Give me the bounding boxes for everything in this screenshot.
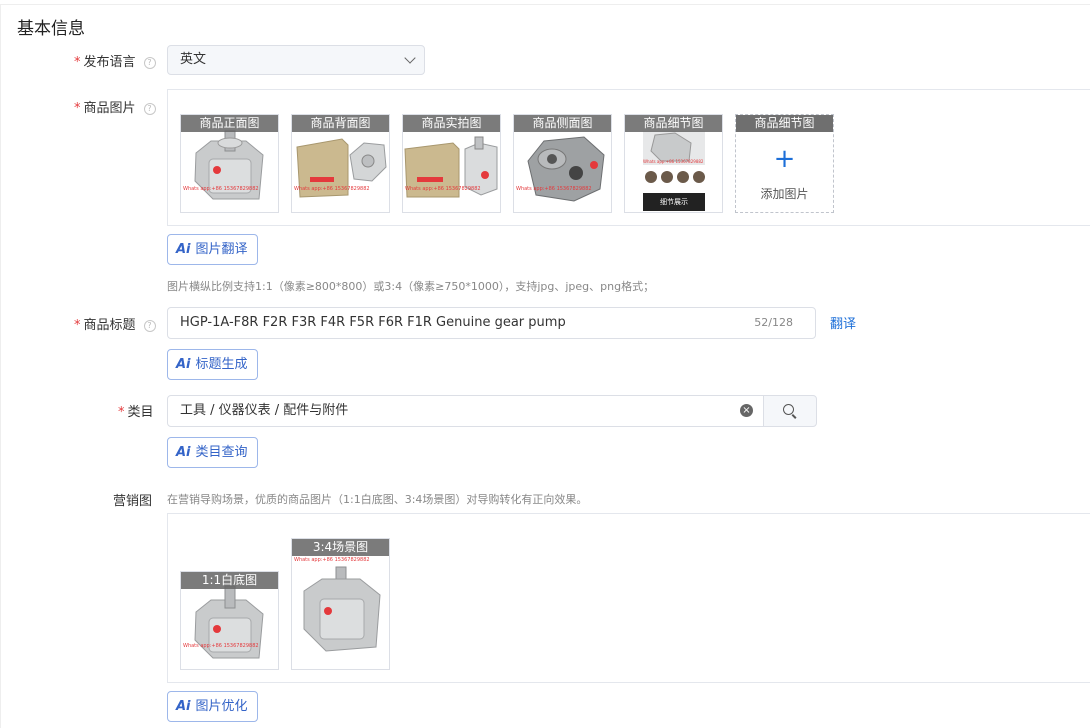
image-optimize-button[interactable]: Ai 图片优化 — [167, 691, 258, 722]
image-watermark: Whats app:+86 15367829882 — [643, 159, 704, 164]
title-value: HGP-1A-F8R F2R F3R F4R F5R F6R F1R Genui… — [180, 315, 566, 330]
required-mark: * — [74, 101, 81, 116]
category-query-button[interactable]: Ai 类目查询 — [167, 437, 258, 468]
button-label: 图片优化 — [195, 699, 248, 714]
marketing-image-square[interactable]: 1:1白底图 Whats app:+86 15367829882 — [180, 571, 279, 670]
add-image-slot[interactable]: 商品细节图 + 添加图片 — [735, 114, 834, 213]
product-image-front[interactable]: 商品正面图 Whats app:+86 15367829882 — [180, 114, 279, 213]
help-icon[interactable]: ? — [143, 57, 156, 69]
category-search-button[interactable] — [763, 395, 817, 427]
category-input[interactable]: 工具 / 仪器仪表 / 配件与附件 — [167, 395, 765, 427]
image-caption: 商品细节图 — [736, 115, 833, 132]
button-label: 图片翻译 — [195, 242, 248, 257]
image-caption: 商品实拍图 — [403, 115, 500, 132]
button-label: 标题生成 — [195, 357, 248, 372]
translate-link[interactable]: 翻译 — [830, 313, 856, 332]
image-format-hint: 图片横纵比例支持1:1（像素≥800*800）或3:4（像素≥750*1000）… — [167, 280, 655, 293]
title-char-count: 52/128 — [754, 316, 793, 329]
title-label-row: * 商品标题? — [74, 314, 156, 333]
category-label-row: * 类目 — [118, 401, 154, 420]
help-icon[interactable]: ? — [143, 103, 156, 115]
image-watermark: Whats app:+86 15367829882 — [294, 186, 370, 192]
image-caption: 商品细节图 — [625, 115, 722, 132]
title-label: 商品标题 — [83, 318, 136, 333]
ai-icon: Ai — [176, 699, 191, 714]
language-label-row: * 发布语言? — [74, 51, 156, 70]
image-watermark: Whats app:+86 15367829882 — [294, 557, 370, 563]
marketing-hint: 在营销导购场景，优质的商品图片（1:1白底图、3:4场景图）对导购转化有正向效果… — [167, 493, 588, 506]
category-label: 类目 — [127, 405, 154, 420]
marketing-image-scene[interactable]: 3:4场景图 Whats app:+86 15367829882 — [291, 538, 390, 670]
image-caption: 商品侧面图 — [514, 115, 611, 132]
required-mark: * — [118, 405, 125, 420]
ai-icon: Ai — [176, 242, 191, 257]
product-image-back[interactable]: 商品背面图 Whats app:+86 15367829882 — [291, 114, 390, 213]
top-divider — [0, 4, 1090, 5]
search-icon — [783, 404, 794, 415]
image-watermark: Whats app:+86 15367829882 — [183, 643, 259, 649]
product-title-input[interactable]: HGP-1A-F8R F2R F3R F4R F5R F6R F1R Genui… — [167, 307, 816, 339]
category-value: 工具 / 仪器仪表 / 配件与附件 — [180, 403, 349, 418]
image-watermark: Whats app:+86 15367829882 — [516, 186, 592, 192]
help-icon[interactable]: ? — [143, 320, 156, 332]
language-label: 发布语言 — [83, 55, 136, 70]
image-translate-button[interactable]: Ai 图片翻译 — [167, 234, 258, 265]
left-divider — [0, 4, 1, 728]
image-watermark: Whats app:+86 15367829882 — [405, 186, 481, 192]
detail-footer: 细节展示 — [660, 198, 688, 206]
required-mark: * — [74, 55, 81, 70]
language-select[interactable]: 英文 — [167, 45, 425, 75]
button-label: 类目查询 — [195, 445, 248, 460]
marketing-label: 营销图 — [113, 494, 153, 509]
title-generate-button[interactable]: Ai 标题生成 — [167, 349, 258, 380]
ai-icon: Ai — [176, 445, 191, 460]
product-image-side[interactable]: 商品侧面图 Whats app:+86 15367829882 — [513, 114, 612, 213]
chevron-down-icon — [404, 52, 416, 64]
section-title: 基本信息 — [17, 19, 85, 39]
image-caption: 商品背面图 — [292, 115, 389, 132]
product-image-real[interactable]: 商品实拍图 Whats app:+86 15367829882 — [402, 114, 501, 213]
language-value: 英文 — [180, 52, 207, 67]
image-watermark: Whats app:+86 15367829882 — [183, 186, 259, 192]
image-caption: 商品正面图 — [181, 115, 278, 132]
required-mark: * — [74, 318, 81, 333]
image-caption: 3:4场景图 — [292, 539, 389, 556]
product-image-detail[interactable]: 商品细节图 细节展示 Whats app:+86 15367829882 — [624, 114, 723, 213]
ai-icon: Ai — [176, 357, 191, 372]
plus-icon: + — [773, 144, 796, 174]
image-caption: 1:1白底图 — [181, 572, 278, 589]
add-image-label: 添加图片 — [760, 187, 809, 201]
clear-icon[interactable]: × — [740, 404, 753, 417]
images-label: 商品图片 — [83, 101, 136, 116]
images-label-row: * 商品图片? — [74, 97, 156, 116]
